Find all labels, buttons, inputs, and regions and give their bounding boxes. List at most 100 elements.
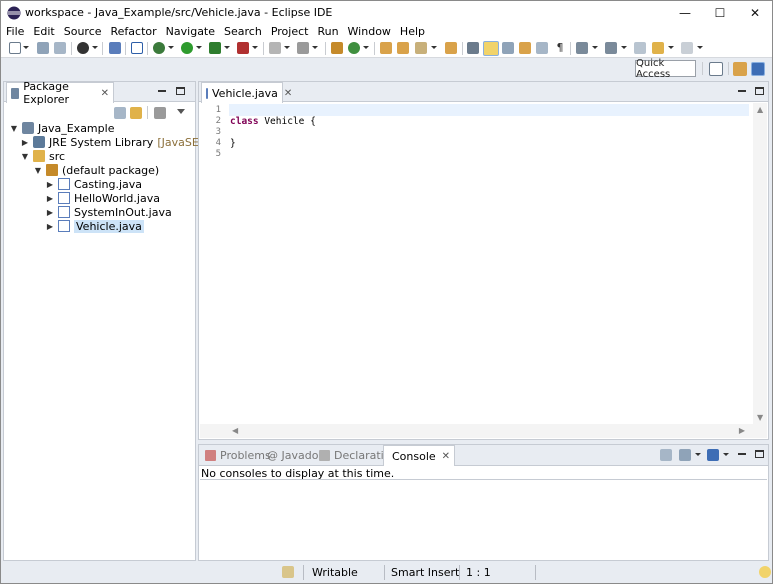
terminal-icon[interactable] — [109, 42, 121, 54]
skip-breakpoints-icon[interactable] — [131, 42, 143, 54]
minimize-view-button[interactable] — [158, 90, 166, 92]
tree-item-vehicle[interactable]: ▶ Vehicle.java — [45, 219, 144, 233]
tree-item-jre-system-library[interactable]: ▶ JRE System Library [JavaSE-1.8] — [20, 135, 225, 149]
tree-item-casting[interactable]: ▶ Casting.java — [45, 177, 142, 191]
horizontal-scrollbar[interactable]: ◀ ▶ — [200, 424, 767, 438]
new-dropdown-arrow[interactable] — [23, 46, 29, 49]
print-icon[interactable] — [77, 42, 89, 54]
scroll-down-icon[interactable]: ▼ — [757, 413, 763, 422]
run-icon[interactable] — [181, 42, 193, 54]
close-icon[interactable]: ✕ — [101, 88, 109, 99]
new-icon[interactable] — [9, 42, 21, 54]
link-with-editor-icon[interactable] — [130, 107, 142, 119]
minimize-view-button[interactable] — [738, 453, 746, 455]
display-console-icon[interactable] — [679, 449, 691, 461]
next-annotation-icon[interactable] — [576, 42, 588, 54]
pin-console-icon[interactable] — [660, 449, 672, 461]
collapse-all-icon[interactable] — [114, 107, 126, 119]
vertical-scrollbar[interactable]: ▲ ▼ — [753, 103, 767, 424]
tab-vehicle-java[interactable]: Vehicle.java ✕ — [201, 82, 292, 103]
print-dropdown-arrow[interactable] — [92, 46, 98, 49]
chevron-right-icon[interactable]: ▶ — [45, 221, 55, 231]
open-console-icon[interactable] — [707, 449, 719, 461]
toggle-block-selection-icon[interactable] — [502, 42, 514, 54]
search-icon[interactable] — [415, 42, 427, 54]
view-menu-icon[interactable] — [177, 109, 185, 114]
tree-item-java-example[interactable]: ▼ Java_Example — [9, 121, 115, 135]
tree-item-src[interactable]: ▼ src — [20, 149, 65, 163]
external-tools-dropdown-arrow[interactable] — [252, 46, 258, 49]
new-java-project-icon[interactable] — [331, 42, 343, 54]
show-whitespace-icon[interactable] — [519, 42, 531, 54]
disconnect-dropdown-arrow[interactable] — [312, 46, 318, 49]
maximize-view-button[interactable] — [176, 87, 185, 95]
tree-item-systeminout[interactable]: ▶ SystemInOut.java — [45, 205, 172, 219]
forward-icon[interactable] — [681, 42, 693, 54]
new-class-dropdown-arrow[interactable] — [363, 46, 369, 49]
tab-package-explorer[interactable]: Package Explorer ✕ — [6, 80, 114, 106]
tree-item-default-package[interactable]: ▼ (default package) — [33, 163, 159, 177]
menu-source[interactable]: Source — [59, 25, 106, 38]
tree-item-helloworld[interactable]: ▶ HelloWorld.java — [45, 191, 160, 205]
chevron-down-icon[interactable]: ▼ — [9, 123, 19, 133]
minimize-view-button[interactable] — [738, 90, 746, 92]
last-edit-icon[interactable] — [634, 42, 646, 54]
chevron-right-icon[interactable]: ▶ — [45, 207, 55, 217]
display-console-dropdown-arrow[interactable] — [695, 453, 701, 456]
disconnect-icon[interactable] — [297, 42, 309, 54]
maximize-view-button[interactable] — [755, 87, 764, 95]
chevron-right-icon[interactable]: ▶ — [45, 193, 55, 203]
focus-on-active-task-icon[interactable] — [154, 107, 166, 119]
save-all-icon[interactable] — [54, 42, 66, 54]
new-class-icon[interactable] — [348, 42, 360, 54]
open-perspective-icon[interactable] — [445, 42, 457, 54]
run-dropdown-arrow[interactable] — [196, 46, 202, 49]
menu-file[interactable]: File — [1, 25, 28, 38]
save-icon[interactable] — [37, 42, 49, 54]
previous-annotation-dropdown-arrow[interactable] — [621, 46, 627, 49]
scroll-right-icon[interactable]: ▶ — [739, 426, 745, 435]
open-task-icon[interactable] — [397, 42, 409, 54]
pilcrow-icon[interactable]: ¶ — [554, 42, 566, 54]
back-icon[interactable] — [652, 42, 664, 54]
menu-run[interactable]: Run — [312, 25, 342, 38]
java-ee-perspective-icon[interactable] — [733, 62, 747, 76]
forward-dropdown-arrow[interactable] — [697, 46, 703, 49]
debug-icon[interactable] — [153, 42, 165, 54]
back-dropdown-arrow[interactable] — [668, 46, 674, 49]
menu-project[interactable]: Project — [266, 25, 313, 38]
menu-navigate[interactable]: Navigate — [161, 25, 219, 38]
coverage-icon[interactable] — [209, 42, 221, 54]
chevron-right-icon[interactable]: ▶ — [45, 179, 55, 189]
menu-search[interactable]: Search — [219, 25, 266, 38]
quick-access-field[interactable]: Quick Access — [635, 58, 696, 80]
open-perspective-icon[interactable] — [709, 62, 723, 76]
word-wrap-icon[interactable] — [536, 42, 548, 54]
lightbulb-icon[interactable] — [759, 566, 771, 578]
close-icon[interactable]: ✕ — [284, 88, 292, 99]
chevron-right-icon[interactable]: ▶ — [20, 137, 30, 147]
menu-refactor[interactable]: Refactor — [106, 25, 161, 38]
menu-window[interactable]: Window — [343, 25, 395, 38]
chevron-down-icon[interactable]: ▼ — [33, 165, 43, 175]
close-window-button[interactable]: ✕ — [737, 1, 772, 24]
minimize-button[interactable]: — — [667, 1, 703, 24]
debug-dropdown-arrow[interactable] — [168, 46, 174, 49]
menu-help[interactable]: Help — [395, 25, 429, 38]
scroll-up-icon[interactable]: ▲ — [757, 105, 763, 114]
toggle-mark-occurrences-icon[interactable] — [483, 41, 499, 56]
menu-edit[interactable]: Edit — [28, 25, 58, 38]
scroll-left-icon[interactable]: ◀ — [232, 426, 238, 435]
tab-console[interactable]: Console ✕ — [383, 445, 455, 466]
maximize-view-button[interactable] — [755, 450, 764, 458]
chevron-down-icon[interactable]: ▼ — [20, 151, 30, 161]
stop-dropdown-arrow[interactable] — [284, 46, 290, 49]
search-dropdown-arrow[interactable] — [431, 46, 437, 49]
coverage-dropdown-arrow[interactable] — [224, 46, 230, 49]
previous-annotation-icon[interactable] — [605, 42, 617, 54]
java-perspective-icon[interactable] — [751, 62, 765, 76]
open-console-dropdown-arrow[interactable] — [723, 453, 729, 456]
external-tools-icon[interactable] — [237, 42, 249, 54]
stop-icon[interactable] — [269, 42, 281, 54]
open-type-icon[interactable] — [380, 42, 392, 54]
